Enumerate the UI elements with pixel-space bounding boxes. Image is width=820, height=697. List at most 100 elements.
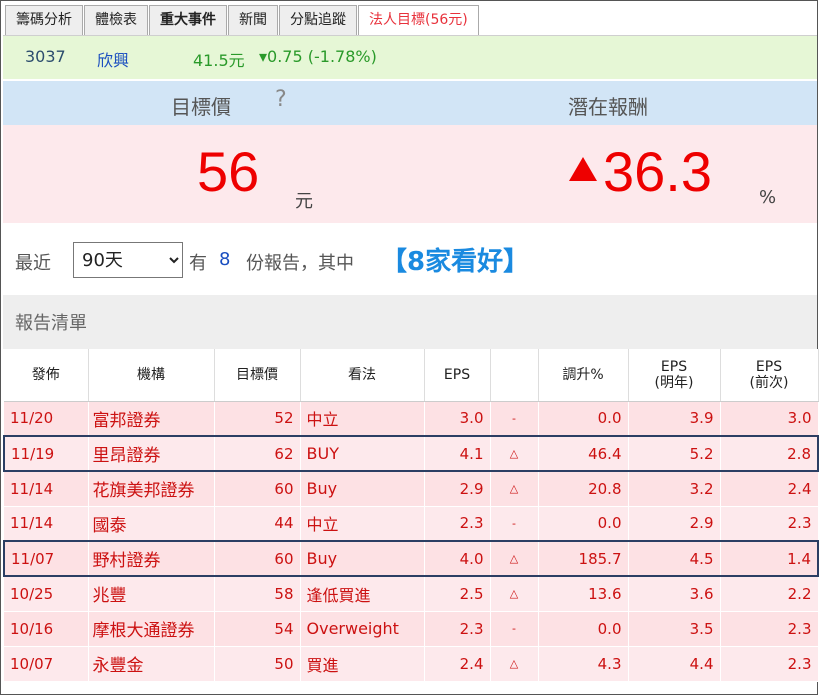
table-row[interactable]: 10/07 永豐金 50 買進 2.4 △ 4.3 4.4 2.3	[4, 646, 819, 682]
table-row[interactable]: 11/07 野村證券 60 Buy 4.0 △ 185.7 4.5 1.4	[3, 540, 819, 577]
column-header-6[interactable]: 調升%	[538, 349, 629, 402]
broker-name[interactable]: 里昂證券	[88, 435, 215, 472]
broker-name[interactable]: 永豐金	[88, 646, 215, 682]
eps: 3.0	[424, 401, 491, 437]
report-count: 8	[219, 249, 231, 270]
tab-2[interactable]: 重大事件	[149, 5, 227, 35]
column-header-8[interactable]: EPS (前次)	[720, 349, 819, 402]
broker-name[interactable]: 摩根大通證券	[88, 611, 215, 647]
report-date: 11/20	[4, 401, 89, 437]
rating: 逢低買進	[300, 576, 425, 612]
table-row[interactable]: 11/20 富邦證券 52 中立 3.0-0.0 3.9 3.0	[4, 401, 819, 437]
period-filter: 最近 90天 有 8 份報告，其中 【8家看好】	[3, 223, 817, 295]
change-indicator: -	[490, 611, 539, 647]
broker-name[interactable]: 花旗美邦證券	[88, 471, 215, 507]
eps-previous: 2.2	[720, 576, 819, 612]
period-prefix: 最近	[15, 253, 51, 274]
report-date: 11/19	[3, 435, 89, 472]
change-indicator: -	[490, 401, 539, 437]
eps-previous: 2.3	[720, 506, 819, 542]
column-header-4[interactable]: EPS	[424, 349, 491, 402]
eps-next-year: 3.2	[628, 471, 721, 507]
table-row[interactable]: 11/14 花旗美邦證券 60 Buy 2.9 △ 20.8 3.2 2.4	[4, 471, 819, 507]
tab-0[interactable]: 籌碼分析	[5, 5, 83, 35]
stock-quote-bar: 3037 欣興 41.5元 ▾0.75 (-1.78%)	[3, 35, 817, 79]
report-date: 10/07	[4, 646, 89, 682]
target-price: 62	[214, 435, 301, 472]
broker-name[interactable]: 富邦證券	[88, 401, 215, 437]
eps-previous: 3.0	[720, 401, 819, 437]
broker-name[interactable]: 兆豐	[88, 576, 215, 612]
column-header-7[interactable]: EPS (明年)	[628, 349, 721, 402]
change-indicator: △	[490, 471, 539, 507]
table-row[interactable]: 11/14 國泰 44 中立 2.3-0.0 2.9 2.3	[4, 506, 819, 542]
raise-percent: 4.3	[538, 646, 629, 682]
rating: Buy	[300, 540, 425, 577]
report-date: 11/07	[3, 540, 89, 577]
target-price-unit: 元	[295, 191, 313, 212]
table-header-row: 發佈 機構 目標價 看法 EPS 調升% EPS (明年) EPS (前次)	[4, 349, 819, 402]
raise-percent: 46.4	[538, 435, 629, 472]
bullish-count-highlight: 【8家看好】	[381, 247, 530, 277]
rating: Overweight	[300, 611, 425, 647]
eps: 4.1	[424, 435, 491, 472]
target-price-value: 56	[197, 140, 260, 203]
eps-previous: 2.3	[720, 646, 819, 682]
eps-previous: 2.8	[720, 435, 819, 472]
potential-return-value: 36.3	[603, 140, 712, 203]
column-header-1[interactable]: 機構	[88, 349, 215, 402]
column-header-0[interactable]: 發佈	[4, 349, 89, 402]
up-triangle-icon	[569, 157, 597, 181]
broker-name[interactable]: 國泰	[88, 506, 215, 542]
app-window: 籌碼分析 體檢表 重大事件 新聞 分點追蹤 法人目標(56元) 3037 欣興 41.5元…	[0, 0, 819, 695]
raise-percent: 185.7	[538, 540, 629, 577]
rating: 買進	[300, 646, 425, 682]
report-date: 10/16	[4, 611, 89, 647]
target-header: 目標價 ? 潛在報酬	[3, 81, 817, 125]
help-icon[interactable]: ?	[275, 87, 287, 112]
tab-4[interactable]: 分點追蹤	[279, 5, 357, 35]
period-has: 有	[189, 253, 207, 274]
period-select[interactable]: 90天	[73, 242, 183, 278]
eps: 4.0	[424, 540, 491, 577]
tab-1[interactable]: 體檢表	[84, 5, 148, 35]
eps: 2.5	[424, 576, 491, 612]
eps: 2.4	[424, 646, 491, 682]
table-row[interactable]: 10/25 兆豐 58 逢低買進 2.5 △ 13.6 3.6 2.2	[4, 576, 819, 612]
potential-return-label: 潛在報酬	[568, 95, 648, 119]
eps: 2.3	[424, 506, 491, 542]
table-row[interactable]: 11/19 里昂證券 62 BUY 4.1 △ 46.4 5.2 2.8	[3, 435, 819, 472]
report-table: 發佈 機構 目標價 看法 EPS 調升% EPS (明年) EPS (前次) 11/20 富邦證…	[3, 349, 819, 682]
target-price: 52	[214, 401, 301, 437]
tab-3[interactable]: 新聞	[228, 5, 278, 35]
raise-percent: 0.0	[538, 506, 629, 542]
eps-next-year: 3.9	[628, 401, 721, 437]
report-date: 11/14	[4, 506, 89, 542]
eps-previous: 2.4	[720, 471, 819, 507]
eps-next-year: 4.4	[628, 646, 721, 682]
change-indicator: △	[490, 540, 539, 577]
raise-percent: 20.8	[538, 471, 629, 507]
tab-5[interactable]: 法人目標(56元)	[358, 5, 479, 36]
column-header-3[interactable]: 看法	[300, 349, 425, 402]
tab-bar: 籌碼分析 體檢表 重大事件 新聞 分點追蹤 法人目標(56元)	[5, 5, 480, 36]
raise-percent: 0.0	[538, 611, 629, 647]
column-header-5[interactable]	[490, 349, 539, 402]
stock-name[interactable]: 欣興	[97, 47, 129, 71]
rating: Buy	[300, 471, 425, 507]
broker-name[interactable]: 野村證券	[88, 540, 215, 577]
report-date: 10/25	[4, 576, 89, 612]
change-indicator: △	[490, 576, 539, 612]
table-row[interactable]: 10/16 摩根大通證券 54 Overweight 2.3-0.0 3.5 2.3	[4, 611, 819, 647]
column-header-2[interactable]: 目標價	[214, 349, 301, 402]
eps-previous: 2.3	[720, 611, 819, 647]
stock-code: 3037	[25, 47, 66, 66]
target-price: 60	[214, 540, 301, 577]
stock-change: ▾0.75 (-1.78%)	[259, 47, 377, 66]
eps: 2.3	[424, 611, 491, 647]
target-price: 44	[214, 506, 301, 542]
target-price: 50	[214, 646, 301, 682]
rating: 中立	[300, 401, 425, 437]
eps-next-year: 5.2	[628, 435, 721, 472]
potential-return-unit: %	[759, 187, 777, 208]
